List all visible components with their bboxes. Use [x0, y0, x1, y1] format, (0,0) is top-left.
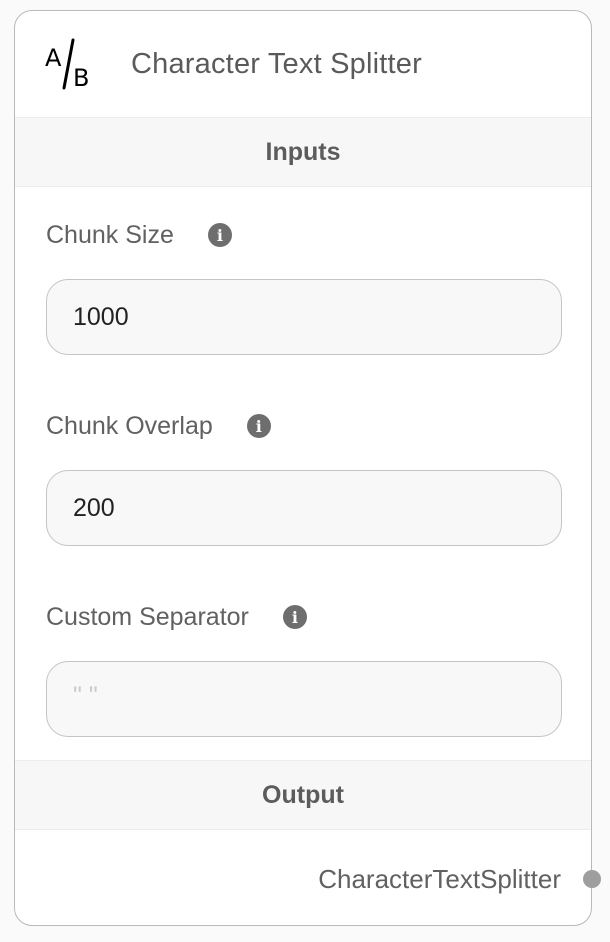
node-title: Character Text Splitter — [131, 47, 422, 80]
inputs-section-header: Inputs — [15, 118, 591, 187]
output-section-header: Output — [15, 760, 591, 830]
custom-separator-field: Custom Separator i " " — [46, 597, 562, 737]
chunk-overlap-input[interactable]: 200 — [46, 470, 562, 546]
info-icon[interactable]: i — [282, 605, 307, 629]
custom-separator-input[interactable]: " " — [46, 661, 562, 737]
chunk-size-input[interactable]: 1000 — [46, 279, 562, 355]
info-icon[interactable]: i — [207, 223, 232, 247]
chunk-size-label: Chunk Size — [46, 220, 174, 249]
svg-text:A: A — [45, 44, 62, 72]
chunk-overlap-label: Chunk Overlap — [46, 411, 213, 440]
character-text-splitter-node[interactable]: A B Character Text Splitter Inputs Chunk… — [14, 10, 601, 928]
output-label: CharacterTextSplitter — [318, 863, 561, 894]
custom-separator-label: Custom Separator — [46, 602, 249, 631]
output-connection-handle[interactable] — [583, 870, 601, 888]
svg-text:B: B — [73, 64, 89, 90]
node-header: A B Character Text Splitter — [15, 11, 591, 118]
chunk-size-field: Chunk Size i 1000 — [46, 215, 562, 355]
output-section: Output CharacterTextSplitter — [15, 760, 601, 928]
output-row: CharacterTextSplitter — [15, 830, 601, 928]
info-icon[interactable]: i — [246, 414, 271, 438]
chunk-overlap-field: Chunk Overlap i 200 — [46, 406, 562, 546]
ab-splitter-icon: A B — [41, 36, 97, 92]
